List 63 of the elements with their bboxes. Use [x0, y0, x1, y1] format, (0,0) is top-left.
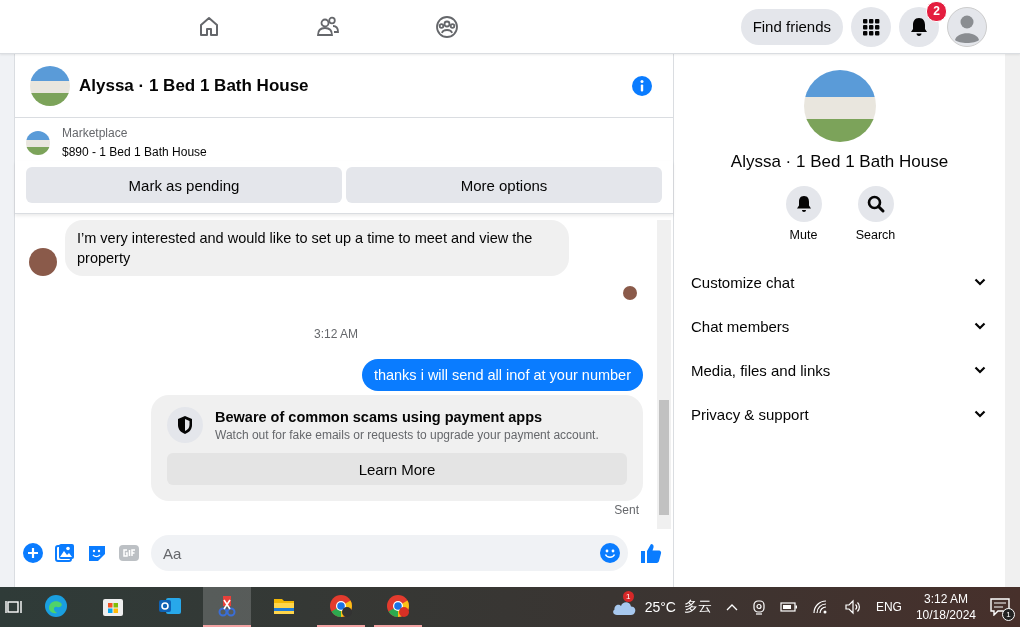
clock-date[interactable]: 10/18/2024 — [915, 608, 976, 622]
thumbs-up-icon[interactable] — [640, 542, 662, 564]
seen-avatar-placeholder — [623, 286, 637, 300]
section-item[interactable]: Media, files and links — [691, 348, 986, 392]
message-timestamp: 3:12 AM — [313, 327, 359, 341]
house-photo-placeholder — [26, 130, 50, 155]
notifications-bell-icon[interactable] — [899, 6, 939, 47]
warning-title: Beware of common scams using payment apps — [215, 408, 544, 425]
speaker-icon[interactable] — [843, 599, 862, 615]
warning-text: Watch out for fake emails or requests to upgrade your payment account. — [215, 427, 599, 442]
chat-name: Alyssa · 1 Bed 1 Bath House — [730, 152, 949, 172]
chevron-down-icon — [974, 322, 986, 330]
mark-as-pending-button[interactable]: Mark as pending — [26, 167, 342, 203]
notification-count-badge: 2 — [926, 0, 947, 22]
sent-status: Sent — [614, 503, 640, 517]
people-icon[interactable] — [316, 14, 340, 39]
add-icon[interactable] — [23, 543, 43, 563]
learn-more-button[interactable]: Learn More — [167, 453, 627, 485]
task-view-icon[interactable] — [5, 598, 23, 616]
chevron-down-icon — [974, 278, 986, 286]
shield-icon — [167, 407, 203, 443]
listing-title[interactable]: $890 - 1 Bed 1 Bath House — [62, 145, 207, 159]
weather-badge: 1 — [622, 591, 634, 602]
chevron-up-icon[interactable] — [725, 603, 738, 611]
weather-condition[interactable]: 多云 — [683, 598, 712, 616]
scrollbar[interactable] — [657, 220, 671, 529]
bell-icon[interactable] — [785, 186, 822, 222]
notification-count-badge: 1 — [1002, 608, 1015, 621]
chat-title: Alyssa · 1 Bed 1 Bath House — [79, 75, 310, 96]
clock-time[interactable]: 3:12 AM — [923, 592, 968, 606]
chevron-down-icon — [974, 366, 986, 374]
scrollbar[interactable] — [1005, 54, 1020, 587]
more-options-button[interactable]: More options — [346, 167, 662, 203]
temperature[interactable]: 25°C — [644, 599, 676, 615]
sticker-icon[interactable] — [87, 543, 107, 563]
input-language[interactable]: ENG — [875, 600, 902, 614]
browser-icon[interactable] — [44, 594, 68, 618]
emoji-icon[interactable] — [600, 543, 620, 563]
browser-icon[interactable] — [386, 594, 410, 618]
avatar-placeholder — [29, 248, 57, 276]
profile-avatar-icon[interactable] — [947, 6, 987, 47]
menu-grid-icon[interactable] — [851, 6, 891, 47]
home-icon[interactable] — [197, 14, 221, 39]
house-photo-placeholder — [30, 65, 70, 106]
section-item[interactable]: Customize chat — [691, 260, 986, 304]
browser-icon[interactable] — [329, 594, 353, 618]
sent-message: thanks i will send all inof at your number — [361, 359, 643, 391]
camera-icon[interactable] — [751, 599, 766, 615]
action-label: Search — [855, 228, 896, 242]
search-icon[interactable] — [857, 186, 894, 222]
info-icon[interactable] — [631, 74, 653, 97]
section-item[interactable]: Privacy & support — [691, 392, 986, 436]
listing-source: Marketplace — [62, 126, 129, 140]
notification-center-icon[interactable] — [990, 598, 1010, 616]
find-friends-button[interactable]: Find friends — [740, 8, 843, 45]
section-item[interactable]: Chat members — [691, 304, 986, 348]
battery-icon[interactable] — [779, 601, 798, 613]
group-icon[interactable] — [435, 14, 459, 39]
message-input-field[interactable]: Aa — [151, 535, 628, 571]
image-icon[interactable] — [55, 543, 75, 563]
action-label: Mute — [789, 228, 818, 242]
received-message: I’m very interested and would like to set up a time to meet and view the property — [65, 220, 569, 276]
chevron-down-icon — [974, 410, 986, 418]
